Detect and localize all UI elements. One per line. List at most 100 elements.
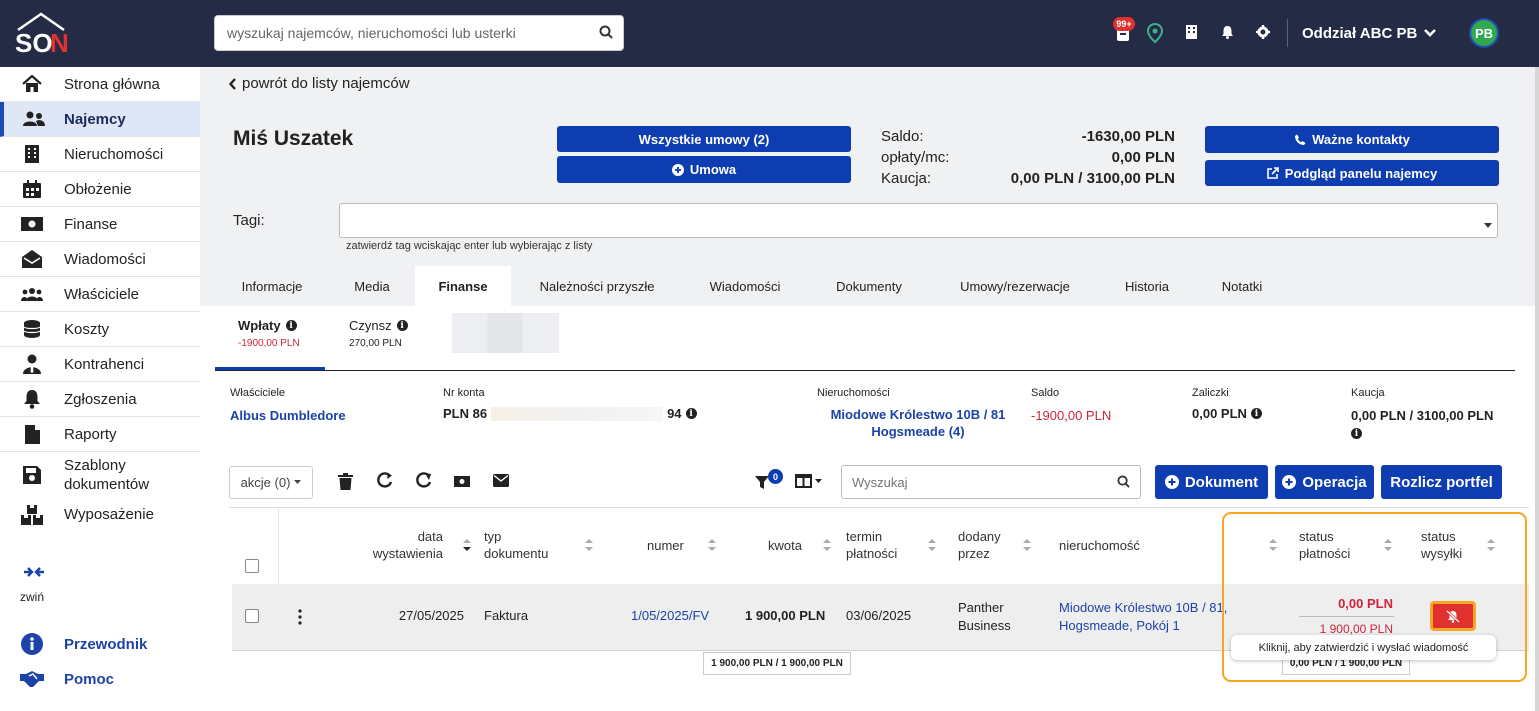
tab-history[interactable]: Historia [1108, 266, 1186, 306]
tags-hint: zatwierdź tag wciskając enter lub wybier… [346, 240, 593, 252]
calendar-icon [0, 180, 64, 198]
sort-icon[interactable] [1486, 538, 1496, 552]
sort-icon[interactable] [1383, 538, 1393, 552]
header-issue-date[interactable]: data wystawienia [350, 528, 443, 562]
row-checkbox[interactable] [245, 609, 259, 623]
settle-wallet-button[interactable]: Rozlicz portfel [1381, 465, 1502, 499]
sort-icon[interactable] [1022, 538, 1032, 552]
header-number[interactable]: numer [647, 537, 684, 554]
property-link[interactable]: Miodowe Królestwo 10B / 81 Hogsmeade (4) [817, 406, 1019, 440]
logo[interactable]: SO N [12, 8, 70, 58]
send-status-button[interactable] [1430, 601, 1476, 631]
back-link[interactable]: powrót do listy najemców [229, 75, 410, 92]
sort-icon[interactable] [822, 538, 832, 552]
header-text: płatności [846, 546, 898, 561]
tenant-panel-preview-button[interactable]: Podgląd panelu najemcy [1205, 160, 1499, 186]
sidebar-item-equipment[interactable]: Wyposażenie [0, 497, 200, 532]
sidebar-item-finance[interactable]: Finanse [0, 207, 200, 242]
branch-selector[interactable]: Oddział ABC PB [1302, 22, 1437, 44]
header-send-status[interactable]: status wysyłki [1421, 528, 1462, 562]
info-icon[interactable]: i [685, 408, 697, 419]
trash-icon[interactable] [338, 473, 353, 493]
owner-link[interactable]: Albus Dumbledore [230, 408, 346, 423]
sidebar-item-home[interactable]: Strona główna [0, 67, 200, 102]
help-link[interactable]: Pomoc [0, 667, 200, 691]
floppy-disk-icon [0, 465, 64, 484]
add-operation-button[interactable]: Operacja [1275, 465, 1374, 499]
info-icon[interactable]: i [285, 320, 297, 331]
sidebar-item-properties[interactable]: Nieruchomości [0, 137, 200, 172]
tab-future-receivables[interactable]: Należności przyszłe [520, 266, 674, 306]
add-contract-button[interactable]: Umowa [557, 156, 851, 183]
sidebar-item-templates[interactable]: Szablony dokumentów [0, 452, 200, 497]
all-contracts-button[interactable]: Wszystkie umowy (2) [557, 126, 851, 152]
add-document-button[interactable]: Dokument [1155, 465, 1268, 499]
sidebar-item-costs[interactable]: Koszty [0, 312, 200, 347]
filter-button[interactable]: 0 [755, 469, 783, 493]
sort-icon[interactable] [927, 538, 937, 552]
info-icon[interactable]: i [1250, 408, 1262, 419]
sidebar-item-owners[interactable]: Właściciele [0, 277, 200, 312]
search-icon[interactable] [599, 25, 613, 42]
header-amount[interactable]: kwota [768, 537, 802, 554]
header-added-by[interactable]: dodany przez [958, 528, 1001, 562]
table-search[interactable] [841, 465, 1141, 499]
refresh-icon[interactable] [376, 472, 393, 492]
tab-documents[interactable]: Dokumenty [815, 266, 923, 306]
header-property[interactable]: nieruchomość [1059, 537, 1140, 554]
important-contacts-button[interactable]: Ważne kontakty [1205, 126, 1499, 153]
global-search[interactable] [214, 15, 624, 51]
header-payment-status[interactable]: status płatności [1299, 528, 1350, 562]
tab-info[interactable]: Informacje [222, 266, 322, 306]
deposit-label: Kaucja: [881, 170, 932, 187]
sort-icon[interactable] [1268, 538, 1278, 552]
scrollbar[interactable] [1535, 67, 1539, 711]
sort-icon[interactable] [707, 538, 717, 552]
header-due-date[interactable]: termin płatności [846, 528, 897, 562]
users-group-icon [0, 287, 64, 301]
sidebar-item-tenants[interactable]: Najemcy [0, 102, 200, 137]
bell-icon[interactable] [1219, 24, 1235, 40]
tab-messages[interactable]: Wiadomości [690, 266, 800, 306]
subtab-rent[interactable]: Czynsz i 270,00 PLN [335, 306, 435, 370]
tab-media[interactable]: Media [337, 266, 407, 306]
sort-desc-icon[interactable] [462, 538, 472, 552]
sidebar-item-contractors[interactable]: Kontrahenci [0, 347, 200, 382]
search-icon[interactable] [1117, 475, 1130, 491]
info-icon[interactable]: i [1351, 428, 1362, 439]
info-icon[interactable]: i [396, 320, 408, 331]
row-property-link[interactable]: Miodowe Królestwo 10B / 81, Hogsmeade, P… [1059, 599, 1227, 635]
caret-down-icon [294, 480, 302, 484]
select-all-checkbox[interactable] [245, 559, 259, 573]
tab-finance[interactable]: Finanse [415, 266, 511, 306]
money-bill-icon[interactable] [454, 475, 470, 490]
tab-notes[interactable]: Notatki [1203, 266, 1281, 306]
guide-link[interactable]: Przewodnik [0, 632, 200, 656]
global-search-input[interactable] [215, 16, 575, 50]
gear-icon[interactable] [1255, 24, 1271, 40]
actions-dropdown[interactable]: akcje (0) [229, 466, 313, 499]
sidebar-item-reports-issues[interactable]: Zgłoszenia [0, 382, 200, 417]
header-text: status [1299, 529, 1334, 544]
tags-input[interactable] [339, 203, 1498, 238]
header-text: wysyłki [1421, 546, 1463, 561]
avatar[interactable]: PB [1469, 18, 1499, 48]
plus-circle-icon [671, 163, 684, 176]
envelope-icon[interactable] [493, 474, 509, 490]
row-menu-icon[interactable] [298, 609, 302, 625]
collapse-button[interactable]: zwiń [0, 560, 70, 610]
columns-toggle[interactable] [795, 474, 822, 488]
sidebar-item-occupancy[interactable]: Obłożenie [0, 172, 200, 207]
tab-contracts[interactable]: Umowy/rezerwacje [940, 266, 1090, 306]
sidebar-item-reports[interactable]: Raporty [0, 417, 200, 452]
redo-icon[interactable] [415, 472, 432, 492]
building-icon[interactable] [1184, 24, 1198, 40]
map-pin-icon[interactable] [1146, 23, 1164, 43]
sort-icon[interactable] [584, 538, 594, 552]
table-search-input[interactable] [842, 466, 1102, 498]
row-doc-number-link[interactable]: 1/05/2025/FV [631, 608, 709, 623]
subtab-payments[interactable]: Wpłaty i -1900,00 PLN [215, 306, 325, 370]
send-tooltip: Kliknij, aby zatwierdzić i wysłać wiadom… [1231, 635, 1496, 660]
header-doc-type[interactable]: typ dokumentu [484, 528, 548, 562]
sidebar-item-messages[interactable]: Wiadomości [0, 242, 200, 277]
